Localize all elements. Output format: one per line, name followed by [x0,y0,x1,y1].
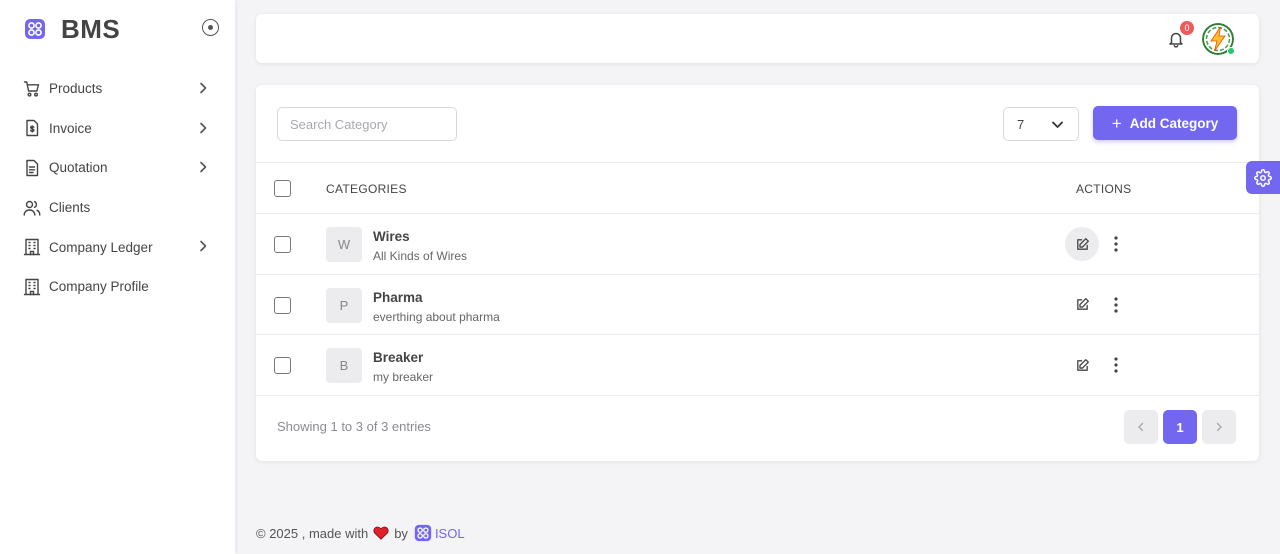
search-input[interactable] [277,107,457,141]
column-header-categories: CATEGORIES [326,182,407,196]
sidebar-item-quotation[interactable]: Quotation [0,148,235,188]
page-size-value: 7 [1017,116,1025,132]
footer-copyright: © 2025 , made with [256,525,369,541]
edit-button[interactable] [1065,227,1099,261]
sidebar-item-label: Clients [49,200,91,216]
edit-icon [1076,298,1089,310]
notification-badge: 0 [1180,21,1194,35]
footer-company-link[interactable]: ISOL [435,526,465,541]
more-options-button[interactable] [1108,296,1124,314]
chevron-right-icon [200,82,207,94]
category-description: my breaker [373,370,434,384]
edit-button[interactable] [1065,288,1099,322]
sidebar-item-company-ledger[interactable]: Company Ledger [0,227,235,267]
table-row: B Breaker my breaker [256,335,1259,396]
more-vertical-icon [1114,357,1118,373]
select-all-checkbox[interactable] [274,180,291,197]
sidebar-item-label: Company Profile [49,279,149,295]
sidebar-item-products[interactable]: Products [0,69,235,109]
isol-logo-icon [414,524,432,542]
add-category-label: Add Category [1129,115,1219,131]
row-checkbox[interactable] [274,236,291,253]
edit-icon [1076,237,1089,250]
document-icon [26,159,39,177]
category-initial-avatar: B [326,348,362,383]
column-header-actions: ACTIONS [1076,182,1132,196]
table-header: CATEGORIES ACTIONS [256,162,1259,214]
pagination-prev-button[interactable] [1124,410,1158,444]
gear-icon [1254,168,1272,187]
building-icon [23,278,41,295]
chevron-right-icon [200,122,207,133]
brand-logo-icon [25,19,45,39]
category-description: everthing about pharma [373,309,500,324]
heart-icon [373,526,389,540]
page-size-select[interactable]: 7 [1003,107,1079,141]
brand-name: BMS [61,13,121,44]
category-description: All Kinds of Wires [373,249,468,263]
add-category-button[interactable]: + Add Category [1093,106,1237,140]
chevron-right-icon [200,161,207,173]
online-status-dot [1227,47,1235,55]
sidebar-item-label: Company Ledger [49,239,153,255]
chevron-down-icon [1052,121,1063,128]
category-initial-avatar: W [326,227,362,262]
edit-icon [1076,358,1089,371]
invoice-icon [26,120,39,137]
sidebar: BMS Products Invoice Quotation Clients C… [0,0,235,554]
building-icon [23,238,41,256]
categories-card: 7 + Add Category CATEGORIES ACTIONS W Wi… [256,85,1259,461]
sidebar-item-company-profile[interactable]: Company Profile [0,267,235,307]
footer-by: by [394,525,408,541]
chevron-left-icon [1138,422,1144,432]
sidebar-menu: Products Invoice Quotation Clients Compa… [0,69,235,307]
top-navbar: 0 [256,14,1259,63]
users-icon [23,200,41,216]
sidebar-item-label: Invoice [49,120,92,136]
more-options-button[interactable] [1108,356,1124,374]
edit-button[interactable] [1065,348,1099,382]
category-name: Breaker [373,350,424,365]
category-name: Wires [373,229,410,244]
pagination-page-button[interactable]: 1 [1163,410,1197,444]
chevron-right-icon [1216,422,1222,432]
row-checkbox[interactable] [274,296,291,314]
table-row: W Wires All Kinds of Wires [256,214,1259,275]
sidebar-item-invoice[interactable]: Invoice [0,109,235,149]
chevron-right-icon [200,241,207,252]
footer: © 2025 , made with by ISOL [256,524,465,542]
brand[interactable]: BMS [0,0,235,58]
pagination-next-button[interactable] [1202,410,1236,444]
more-vertical-icon [1114,296,1118,313]
pagination-summary: Showing 1 to 3 of 3 entries [277,419,431,434]
category-name: Pharma [373,289,423,305]
sidebar-item-clients[interactable]: Clients [0,188,235,228]
row-checkbox[interactable] [274,357,291,374]
plus-icon: + [1111,113,1122,133]
cart-icon [23,81,40,97]
category-initial-avatar: P [326,287,362,323]
more-options-button[interactable] [1108,235,1124,253]
more-vertical-icon [1114,236,1118,252]
customizer-toggle-button[interactable] [1246,161,1280,194]
table-row: P Pharma everthing about pharma [256,275,1259,335]
sidebar-item-label: Products [49,81,103,97]
sidebar-item-label: Quotation [49,160,108,176]
sidebar-collapse-toggle[interactable] [202,19,219,36]
